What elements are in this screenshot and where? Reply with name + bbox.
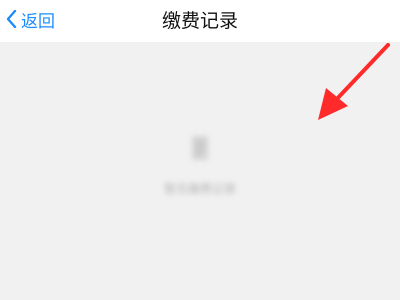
content-area: 暂无缴费记录 — [0, 42, 400, 300]
navigation-bar: 返回 缴费记录 — [0, 0, 400, 40]
empty-state: 暂无缴费记录 — [155, 134, 245, 204]
empty-message: 暂无缴费记录 — [163, 182, 236, 196]
screen: 返回 缴费记录 暂无缴费记录 — [0, 0, 400, 300]
document-icon — [192, 136, 208, 160]
page-title: 缴费记录 — [161, 10, 238, 32]
